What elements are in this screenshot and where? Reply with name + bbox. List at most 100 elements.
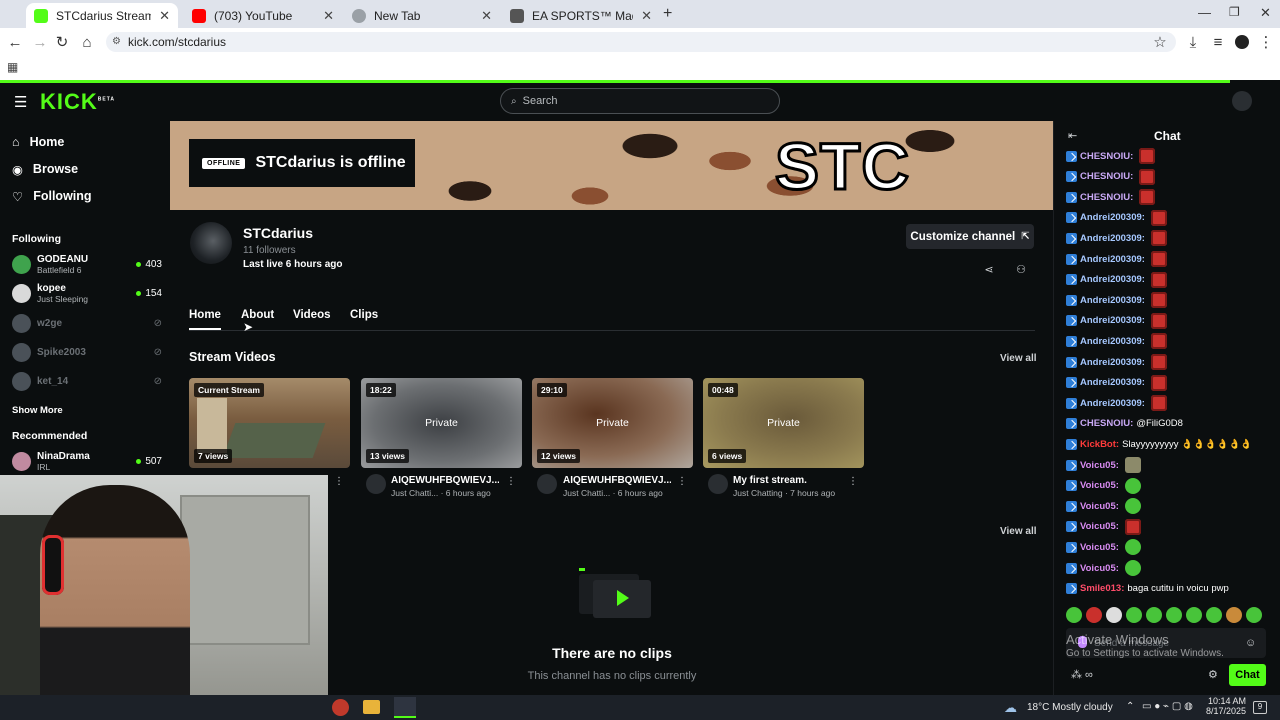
back-arrow-icon[interactable]: ← — [3, 28, 27, 56]
emote-icon[interactable] — [1126, 607, 1142, 623]
apps-grid-icon[interactable]: ▦ — [7, 60, 18, 74]
sidebar-item-home[interactable]: ⌂ Home — [12, 131, 64, 153]
chat-username[interactable]: Andrei200309: — [1080, 295, 1145, 306]
emote-icon[interactable] — [1186, 607, 1202, 623]
chat-username[interactable]: Andrei200309: — [1080, 233, 1145, 244]
video-more-icon[interactable]: ⋮ — [848, 476, 858, 487]
following-channel-kopee[interactable]: kopee Just Sleeping 154 — [12, 279, 162, 307]
show-more-link[interactable]: Show More — [12, 405, 63, 416]
profile-avatar[interactable] — [1235, 35, 1249, 49]
chat-username[interactable]: CHESNOIU: — [1080, 171, 1133, 182]
chat-emote-icon[interactable] — [1139, 168, 1156, 185]
chat-emote-icon[interactable] — [1139, 189, 1156, 206]
forward-arrow-icon[interactable]: → — [28, 28, 52, 56]
video-title[interactable]: AIQEWUHFBQWIEVJ... — [391, 475, 499, 486]
chat-emote-icon[interactable] — [1150, 395, 1167, 412]
chat-emote-icon[interactable] — [1150, 230, 1167, 247]
chat-username[interactable]: Andrei200309: — [1080, 357, 1145, 368]
chat-username[interactable]: CHESNOIU: — [1080, 192, 1133, 203]
kick-logo[interactable]: KICKBETA — [40, 89, 115, 115]
emote-icon[interactable] — [1086, 607, 1102, 623]
window-close-icon[interactable]: ✕ — [1260, 5, 1271, 21]
tray-chevron-icon[interactable]: ⌃ — [1126, 701, 1134, 712]
chat-username[interactable]: Andrei200309: — [1080, 254, 1145, 265]
chat-emote-icon[interactable] — [1124, 477, 1141, 494]
chat-username[interactable]: Andrei200309: — [1080, 336, 1145, 347]
app-icon-opera[interactable] — [332, 699, 349, 716]
chat-username[interactable]: Smile013: — [1080, 583, 1124, 594]
chat-emote-icon[interactable] — [1150, 312, 1167, 329]
chat-username[interactable]: Andrei200309: — [1080, 212, 1145, 223]
emoji-icon[interactable]: ☺ — [1245, 637, 1256, 649]
chat-emote-icon[interactable] — [1124, 457, 1141, 473]
tab-home[interactable]: Home — [189, 309, 221, 321]
tab-videos[interactable]: Videos — [293, 309, 331, 321]
chat-username[interactable]: Andrei200309: — [1080, 315, 1145, 326]
chat-emote-icon[interactable] — [1124, 560, 1141, 576]
video-more-icon[interactable]: ⋮ — [506, 476, 516, 487]
close-icon[interactable]: ✕ — [159, 8, 170, 24]
user-avatar[interactable] — [1232, 91, 1252, 111]
new-tab-plus-icon[interactable]: + — [663, 5, 672, 23]
customize-channel-button[interactable]: Customize channel ⇱ — [906, 224, 1034, 249]
chat-emote-icon[interactable] — [1150, 333, 1167, 350]
epic-games-icon[interactable] — [394, 697, 416, 718]
video-card-current[interactable]: Current Stream 7 views — [189, 378, 350, 468]
collapse-chat-icon[interactable]: ⇤ — [1068, 129, 1077, 142]
send-chat-button[interactable]: Chat — [1229, 664, 1266, 686]
emote-icon[interactable] — [1206, 607, 1222, 623]
close-icon[interactable]: ✕ — [641, 8, 652, 24]
chat-username[interactable]: CHESNOIU: — [1080, 418, 1133, 429]
chat-username[interactable]: Voicu05: — [1080, 521, 1119, 532]
video-card-3[interactable]: 00:48 Private 6 views — [703, 378, 864, 468]
recommended-channel-ninadrama[interactable]: NinaDrama IRL 507 — [12, 447, 162, 475]
emote-icon[interactable] — [1066, 607, 1082, 623]
chat-emote-icon[interactable] — [1124, 518, 1141, 535]
points-icon[interactable]: ⁂ ∞ — [1071, 668, 1093, 681]
browser-tab-newtab[interactable]: New Tab ✕ — [344, 3, 500, 28]
video-card-2[interactable]: 29:10 Private 12 views — [532, 378, 693, 468]
video-card-1[interactable]: 18:22 Private 13 views — [361, 378, 522, 468]
hamburger-menu-icon[interactable]: ☰ — [14, 93, 27, 111]
url-field[interactable]: kick.com/stcdarius — [106, 32, 1176, 52]
video-more-icon[interactable]: ⋮ — [334, 476, 344, 487]
weather-text[interactable]: 18°C Mostly cloudy — [1027, 702, 1113, 713]
chat-username[interactable]: KickBot: — [1080, 439, 1119, 450]
chat-username[interactable]: Andrei200309: — [1080, 398, 1145, 409]
following-channel-spike2003[interactable]: Spike2003 ⊘ — [12, 338, 162, 366]
chat-emote-icon[interactable] — [1150, 292, 1167, 309]
chat-username[interactable]: Voicu05: — [1080, 563, 1119, 574]
follow-user-icon[interactable]: ⚇ — [1013, 261, 1029, 277]
chat-emote-icon[interactable] — [1139, 148, 1156, 164]
chat-emote-icon[interactable] — [1150, 271, 1167, 288]
clock[interactable]: 10:14 AM 8/17/2025 — [1206, 696, 1246, 716]
channel-avatar[interactable] — [190, 222, 232, 264]
reload-icon[interactable]: ↻ — [50, 28, 74, 56]
chat-emote-icon[interactable] — [1150, 209, 1167, 226]
notification-badge[interactable]: 9 — [1253, 701, 1267, 714]
settings-gear-icon[interactable]: ⚙ — [1208, 668, 1218, 681]
chat-emote-icon[interactable] — [1124, 498, 1141, 515]
restore-icon[interactable]: ❐ — [1229, 5, 1240, 19]
video-title[interactable]: My first stream. — [733, 475, 841, 486]
browser-tab-youtube[interactable]: (703) YouTube ✕ — [184, 3, 342, 28]
bookmark-star-icon[interactable]: ☆ — [1148, 28, 1172, 56]
chat-emote-icon[interactable] — [1150, 354, 1167, 370]
minimize-icon[interactable]: — — [1198, 5, 1211, 20]
chat-emote-icon[interactable] — [1150, 251, 1167, 267]
emote-icon[interactable] — [1146, 607, 1162, 623]
close-icon[interactable]: ✕ — [323, 8, 334, 24]
sidebar-item-following[interactable]: ♡ Following — [12, 185, 92, 207]
chat-username[interactable]: Voicu05: — [1080, 501, 1119, 512]
chat-username[interactable]: Voicu05: — [1080, 480, 1119, 491]
following-channel-ket14[interactable]: ket_14 ⊘ — [12, 367, 162, 395]
view-all-videos-link[interactable]: View all — [1000, 353, 1037, 364]
emote-icon[interactable] — [1166, 607, 1182, 623]
file-explorer-icon[interactable] — [363, 700, 380, 714]
share-icon[interactable]: ⋖ — [981, 261, 997, 277]
chat-username[interactable]: Voicu05: — [1080, 460, 1119, 471]
sidebar-item-browse[interactable]: ◉ Browse — [12, 158, 78, 180]
chat-emote-icon[interactable] — [1124, 539, 1141, 556]
following-channel-w2ge[interactable]: w2ge ⊘ — [12, 309, 162, 337]
video-more-icon[interactable]: ⋮ — [677, 476, 687, 487]
